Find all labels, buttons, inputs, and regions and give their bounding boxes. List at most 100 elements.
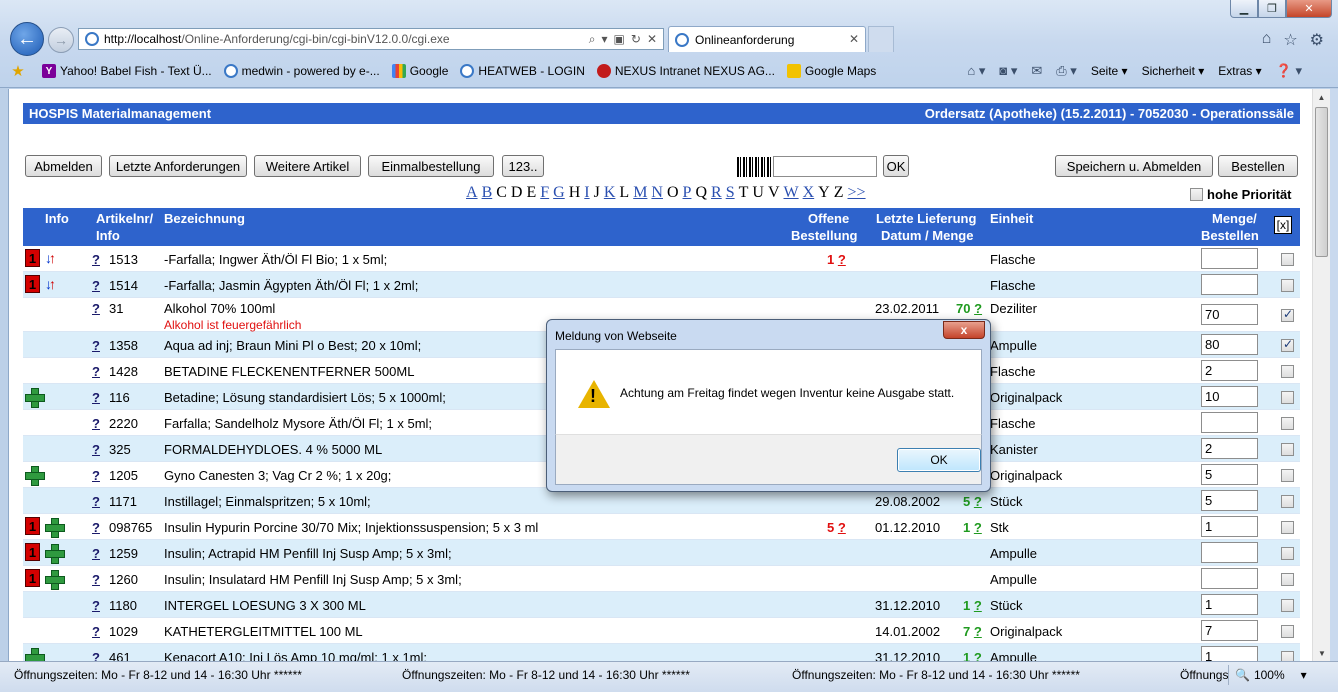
priority-option[interactable]: hohe Priorität bbox=[1190, 187, 1292, 202]
window-close-button[interactable]: ✕ bbox=[1286, 0, 1332, 18]
quantity-input[interactable] bbox=[1201, 542, 1258, 563]
quantity-input[interactable] bbox=[1201, 568, 1258, 589]
alphabet-letter[interactable]: X bbox=[803, 184, 815, 201]
delivery-info-link[interactable]: ? bbox=[974, 520, 982, 535]
row-checkbox[interactable] bbox=[1281, 495, 1294, 508]
row-checkbox[interactable] bbox=[1281, 337, 1294, 352]
article-info-link[interactable]: ? bbox=[92, 572, 100, 587]
row-checkbox[interactable] bbox=[1281, 365, 1294, 378]
help-icon[interactable]: ❓ ▾ bbox=[1276, 63, 1302, 79]
quantity-input[interactable]: 5 bbox=[1201, 464, 1258, 485]
alphabet-letter[interactable]: A bbox=[466, 184, 478, 201]
number-search-button[interactable]: 123.. bbox=[502, 155, 544, 177]
priority-checkbox[interactable] bbox=[1190, 188, 1203, 201]
article-info-link[interactable]: ? bbox=[92, 520, 100, 535]
tab-close-icon[interactable]: ✕ bbox=[849, 32, 859, 46]
alphabet-letter[interactable]: N bbox=[651, 184, 663, 201]
mail-icon[interactable]: ✉ bbox=[1031, 63, 1042, 79]
row-checkbox[interactable] bbox=[1281, 279, 1294, 292]
row-checkbox[interactable] bbox=[1281, 253, 1294, 266]
fav-medwin[interactable]: medwin - powered by e-... bbox=[223, 64, 380, 78]
search-icon[interactable]: ⌕ bbox=[589, 32, 596, 47]
delivery-info-link[interactable]: ? bbox=[974, 494, 982, 509]
row-checkbox[interactable] bbox=[1281, 443, 1294, 456]
open-order-info-link[interactable]: ? bbox=[838, 252, 846, 267]
row-checkbox[interactable] bbox=[1281, 307, 1294, 322]
article-info-link[interactable]: ? bbox=[92, 338, 100, 353]
quantity-input[interactable]: 2 bbox=[1201, 438, 1258, 459]
article-info-link[interactable]: ? bbox=[92, 301, 100, 316]
row-checkbox[interactable] bbox=[1281, 651, 1294, 661]
vertical-scrollbar[interactable]: ▲ ▼ bbox=[1312, 89, 1330, 661]
article-info-link[interactable]: ? bbox=[92, 252, 100, 267]
quantity-input[interactable]: 70 bbox=[1201, 304, 1258, 325]
alphabet-letter[interactable]: S bbox=[726, 184, 735, 201]
new-tab-button[interactable] bbox=[868, 26, 894, 52]
alphabet-letter[interactable]: P bbox=[683, 184, 692, 201]
article-info-link[interactable]: ? bbox=[92, 468, 100, 483]
open-order-info-link[interactable]: ? bbox=[838, 520, 846, 535]
alphabet-letter[interactable]: K bbox=[604, 184, 616, 201]
delivery-info-link[interactable]: ? bbox=[974, 650, 982, 661]
compat-icon[interactable]: ▣ bbox=[614, 32, 625, 47]
delivery-info-link[interactable]: ? bbox=[974, 598, 982, 613]
stop-icon[interactable]: ✕ bbox=[647, 32, 657, 47]
home-icon[interactable]: ⌂ bbox=[1262, 30, 1272, 50]
fav-heatweb[interactable]: HEATWEB - LOGIN bbox=[460, 64, 585, 78]
article-info-link[interactable]: ? bbox=[92, 494, 100, 509]
article-info-link[interactable]: ? bbox=[92, 278, 100, 293]
alphabet-letter[interactable]: G bbox=[553, 184, 565, 201]
row-checkbox[interactable] bbox=[1281, 417, 1294, 430]
dialog-ok-button[interactable]: OK bbox=[897, 448, 981, 472]
menu-sicherheit[interactable]: Sicherheit ▾ bbox=[1142, 64, 1205, 78]
row-checkbox[interactable] bbox=[1281, 599, 1294, 612]
fav-google-maps[interactable]: Google Maps bbox=[786, 64, 876, 78]
alphabet-letter[interactable]: F bbox=[540, 184, 549, 201]
barcode-input[interactable] bbox=[773, 156, 877, 177]
fav-google[interactable]: Google bbox=[391, 64, 448, 78]
article-info-link[interactable]: ? bbox=[92, 650, 100, 661]
alphabet-letter[interactable]: W bbox=[784, 184, 799, 201]
quantity-input[interactable] bbox=[1201, 412, 1258, 433]
delivery-info-link[interactable]: ? bbox=[974, 624, 982, 639]
forward-button[interactable]: → bbox=[48, 27, 74, 53]
home-icon[interactable]: ⌂ ▾ bbox=[967, 63, 985, 79]
minimize-button[interactable]: ▁ bbox=[1230, 0, 1258, 18]
rss-icon[interactable]: ◙ ▾ bbox=[999, 63, 1017, 79]
delivery-info-link[interactable]: ? bbox=[974, 301, 982, 316]
alphabet-letter[interactable]: M bbox=[633, 184, 647, 201]
fav-yahoo[interactable]: Y Yahoo! Babel Fish - Text Ü... bbox=[42, 64, 212, 78]
alphabet-letter[interactable]: >> bbox=[848, 184, 866, 201]
quantity-input[interactable]: 1 bbox=[1201, 646, 1258, 661]
browser-tab[interactable]: Onlineanforderung ✕ bbox=[668, 26, 866, 52]
quantity-input[interactable]: 80 bbox=[1201, 334, 1258, 355]
gear-icon[interactable]: ⚙ bbox=[1310, 30, 1324, 50]
select-all-toggle[interactable]: [x] bbox=[1274, 216, 1292, 234]
back-button[interactable]: ← bbox=[10, 22, 44, 56]
dialog-close-button[interactable]: x bbox=[943, 321, 985, 339]
article-info-link[interactable]: ? bbox=[92, 624, 100, 639]
favorites-button[interactable]: ★ bbox=[10, 63, 30, 80]
letzte-anforderungen-button[interactable]: Letzte Anforderungen bbox=[109, 155, 247, 177]
menu-seite[interactable]: Seite ▾ bbox=[1091, 64, 1128, 78]
article-info-link[interactable]: ? bbox=[92, 416, 100, 431]
scroll-up-icon[interactable]: ▲ bbox=[1313, 89, 1330, 105]
refresh-icon[interactable]: ↻ bbox=[631, 32, 641, 47]
quantity-input[interactable]: 2 bbox=[1201, 360, 1258, 381]
scroll-down-icon[interactable]: ▼ bbox=[1313, 645, 1331, 661]
print-icon[interactable]: ⎙ ▾ bbox=[1056, 63, 1077, 79]
favorites-star-icon[interactable]: ☆ bbox=[1283, 30, 1297, 50]
dropdown-icon[interactable]: ▾ bbox=[602, 32, 608, 47]
bestellen-button[interactable]: Bestellen bbox=[1218, 155, 1298, 177]
speichern-abmelden-button[interactable]: Speichern u. Abmelden bbox=[1055, 155, 1213, 177]
quantity-input[interactable]: 1 bbox=[1201, 516, 1258, 537]
fav-nexus[interactable]: NEXUS Intranet NEXUS AG... bbox=[596, 64, 775, 78]
article-info-link[interactable]: ? bbox=[92, 598, 100, 613]
quantity-input[interactable]: 5 bbox=[1201, 490, 1258, 511]
alphabet-letter[interactable]: R bbox=[711, 184, 722, 201]
row-checkbox[interactable] bbox=[1281, 521, 1294, 534]
maximize-button[interactable]: ❐ bbox=[1258, 0, 1286, 18]
quantity-input[interactable] bbox=[1201, 274, 1258, 295]
row-checkbox[interactable] bbox=[1281, 391, 1294, 404]
quantity-input[interactable] bbox=[1201, 248, 1258, 269]
